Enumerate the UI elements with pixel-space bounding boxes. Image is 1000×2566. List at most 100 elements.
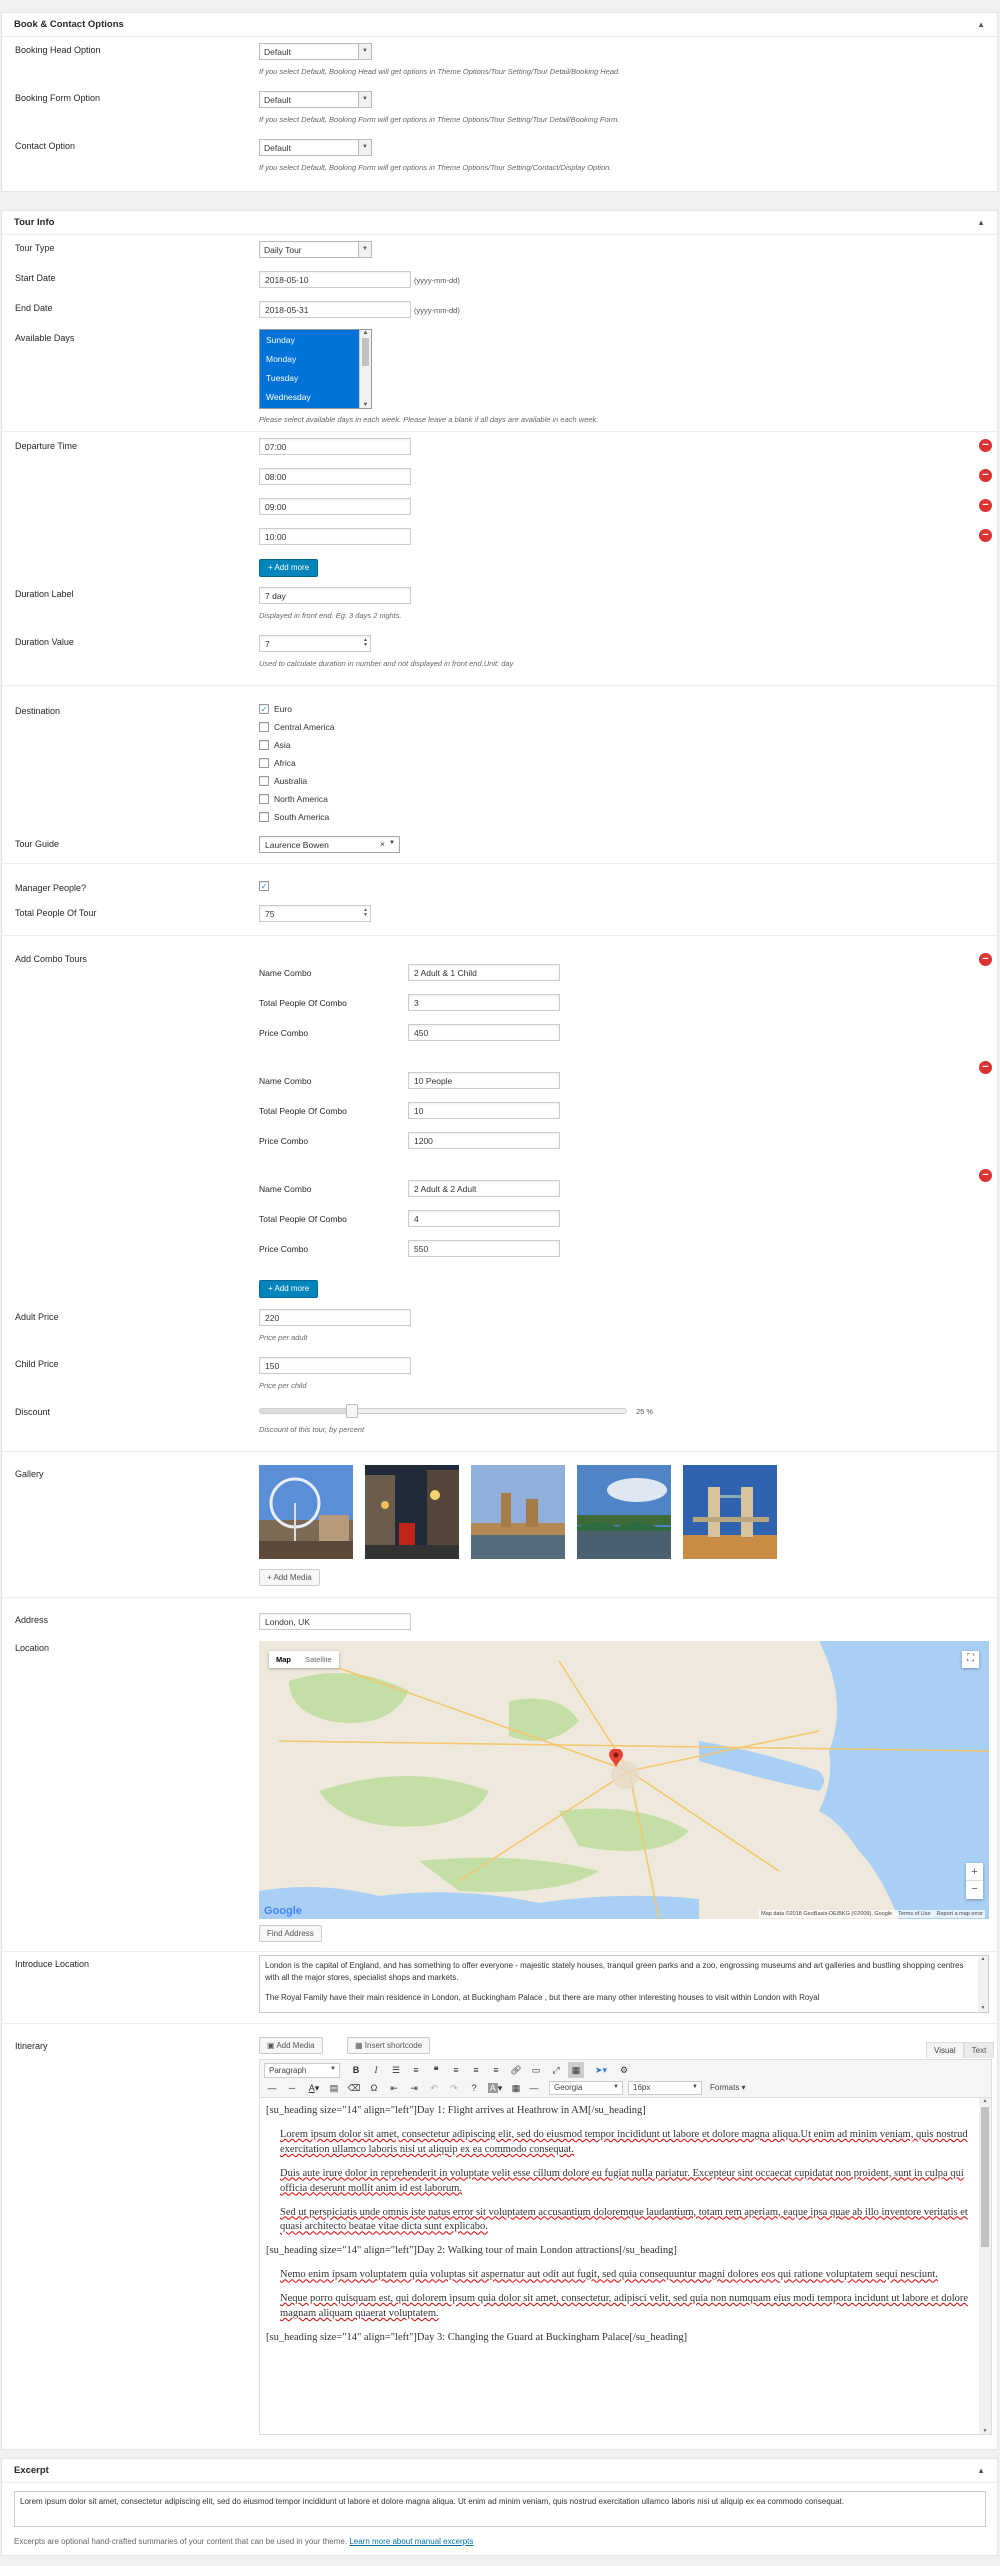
indent-icon[interactable]: ⇥ [406,2080,422,2096]
add-media-button[interactable]: ▣ Add Media [259,2037,323,2054]
destination-central-america[interactable]: Central America [259,722,334,732]
map-marker-icon[interactable] [609,1748,623,1767]
redo-icon[interactable]: ↷ [446,2080,462,2096]
satellite-button[interactable]: Satellite [298,1651,339,1668]
total-people-input[interactable]: 75 ▲ ▼ [259,905,371,922]
chevron-up-icon[interactable]: ▲ [978,1956,988,1963]
background-color-icon[interactable]: A ▾ [484,2080,506,2096]
special-char-icon[interactable]: Ω [366,2080,382,2096]
destination-australia[interactable]: Australia [259,776,307,786]
checkbox[interactable] [259,740,269,750]
undo-icon[interactable]: ↶ [426,2080,442,2096]
clear-icon[interactable]: × [380,839,385,849]
gallery-image-tower-bridge[interactable] [683,1465,777,1559]
italic-icon[interactable]: I [368,2062,384,2078]
text-color-icon[interactable]: A▾ [304,2080,324,2096]
align-center-icon[interactable]: ≡ [468,2062,484,2078]
remove-icon[interactable]: − [979,469,992,482]
end-date-input[interactable]: 2018-05-31 [259,301,411,318]
excerpt-textarea[interactable]: Lorem ipsum dolor sit amet, consectetur … [14,2491,986,2527]
align-left-icon[interactable]: ≡ [448,2062,464,2078]
checkbox[interactable] [259,722,269,732]
day-option[interactable]: Wednesday [260,387,358,406]
tour-type-select[interactable]: Daily Tour ▼ [259,241,372,258]
checkbox[interactable] [259,758,269,768]
chevron-down-icon[interactable]: ▼ [979,2428,991,2434]
discount-slider[interactable] [259,1404,627,1418]
toolbar-toggle-icon[interactable]: ▦ [568,2062,584,2078]
day-option[interactable]: Monday [260,349,358,368]
map-canvas[interactable] [259,1641,989,1919]
destination-asia[interactable]: Asia [259,740,291,750]
contact-option-select[interactable]: Default ▼ [259,139,372,156]
booking-head-select[interactable]: Default ▼ [259,43,372,60]
spinner-icon[interactable]: ▲ ▼ [363,908,368,918]
find-address-button[interactable]: Find Address [259,1925,322,1942]
bullet-list-icon[interactable]: ☰ [388,2062,404,2078]
slider-handle[interactable] [345,1404,358,1418]
format-select[interactable]: Paragraph ▼ [264,2063,340,2078]
destination-south-america[interactable]: South America [259,812,329,822]
zoom-out-icon[interactable]: − [966,1881,983,1898]
checkbox[interactable] [259,794,269,804]
book-contact-header[interactable]: Book & Contact Options ▲ [2,13,997,37]
table-icon[interactable]: ▦ [508,2080,524,2096]
terms-link[interactable]: Terms of Use [898,1911,930,1917]
read-more-icon[interactable]: ▭ [528,2062,544,2078]
font-size-select[interactable]: 16px ▼ [628,2081,702,2095]
scrollbar[interactable]: ▲ ▼ [978,1956,988,2012]
location-map[interactable]: Map Satellite ⛶ + − Google Map data ©201… [259,1641,989,1919]
departure-time-input[interactable]: 08:00 [259,468,411,485]
help-icon[interactable]: ? [466,2080,482,2096]
spinner-icon[interactable]: ▲ ▼ [363,638,368,648]
collapse-arrow-icon[interactable]: ▲ [977,2466,985,2475]
combo-price-input[interactable]: 450 [408,1024,560,1041]
departure-time-input[interactable]: 07:00 [259,438,411,455]
scroll-thumb[interactable] [362,338,369,366]
checkbox[interactable] [259,812,269,822]
strikethrough-icon[interactable]: — [264,2080,280,2096]
scroll-thumb[interactable] [981,2107,989,2247]
add-combo-button[interactable]: + Add more [259,1280,319,1298]
editor-content[interactable]: [su_heading size="14" align="left"]Day 1… [266,2104,974,2434]
zoom-in-icon[interactable]: + [966,1863,983,1881]
combo-total-input[interactable]: 4 [408,1210,560,1227]
blockquote-icon[interactable]: ❝ [428,2062,444,2078]
remove-icon[interactable]: − [979,499,992,512]
scrollbar[interactable]: ▲ ▼ [979,2098,991,2434]
destination-north-america[interactable]: North America [259,794,328,804]
tour-guide-select[interactable]: Laurence Bowen × ▼ [259,836,400,853]
insert-shortcode-button[interactable]: ▦ Insert shortcode [347,2037,431,2054]
numbered-list-icon[interactable]: ≡ [408,2062,424,2078]
remove-icon[interactable]: − [979,439,992,452]
fullscreen-icon[interactable]: ⤢ [548,2062,564,2078]
remove-icon[interactable]: − [979,1061,992,1074]
combo-price-input[interactable]: 1200 [408,1132,560,1149]
tab-visual[interactable]: Visual [926,2042,964,2058]
combo-name-input[interactable]: 10 People [408,1072,560,1089]
combo-total-input[interactable]: 10 [408,1102,560,1119]
send-icon[interactable]: ➤▾ [588,2062,614,2078]
font-family-select[interactable]: Georgia ▼ [549,2081,623,2095]
horizontal-line-icon[interactable]: ─ [284,2080,300,2096]
introduce-location-textarea[interactable]: London is the capital of England, and ha… [259,1955,989,2013]
gallery-image-street[interactable] [365,1465,459,1559]
combo-name-input[interactable]: 2 Adult & 2 Adult [408,1180,560,1197]
chevron-up-icon[interactable]: ▲ [360,330,371,336]
tab-text[interactable]: Text [963,2042,995,2058]
combo-name-input[interactable]: 2 Adult & 1 Child [408,964,560,981]
collapse-arrow-icon[interactable]: ▲ [977,20,985,29]
bold-icon[interactable]: B [348,2062,364,2078]
child-price-input[interactable]: 150 [259,1357,411,1374]
horizontal-rule-icon[interactable]: — [526,2080,542,2096]
chevron-down-icon[interactable]: ▼ [360,402,371,408]
duration-value-input[interactable]: 7 ▲ ▼ [259,635,371,652]
add-departure-button[interactable]: + Add more [259,559,319,577]
checkbox[interactable] [259,776,269,786]
clear-format-icon[interactable]: ⌫ [346,2080,362,2096]
destination-africa[interactable]: Africa [259,758,296,768]
manager-people-checkbox[interactable]: ✓ [259,881,269,891]
remove-icon[interactable]: − [979,1169,992,1182]
gallery-image-parliament[interactable] [471,1465,565,1559]
departure-time-input[interactable]: 10:00 [259,528,411,545]
